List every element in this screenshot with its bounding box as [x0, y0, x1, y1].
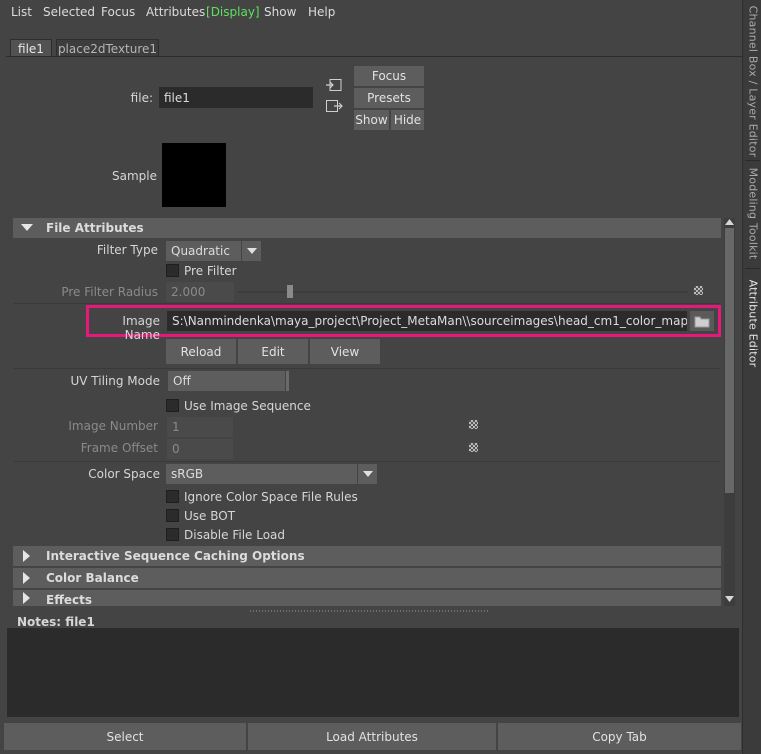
- scrollbar-thumb[interactable]: [725, 228, 734, 493]
- menu-bar: List Selected Focus Attributes [Display]…: [0, 0, 742, 26]
- scroll-down-icon[interactable]: [725, 596, 734, 603]
- row-separator: [14, 303, 720, 304]
- filter-type-dropdown-button[interactable]: [242, 241, 261, 261]
- ignore-color-space-checkbox[interactable]: [166, 490, 179, 503]
- image-name-field[interactable]: S:\Nanmindenka\maya_project\Project_Meta…: [167, 311, 687, 331]
- tab-file1[interactable]: file1: [10, 39, 52, 57]
- menu-attributes[interactable]: Attributes: [146, 5, 205, 19]
- expand-arrow-icon: [21, 224, 33, 231]
- section-title: Effects: [46, 593, 93, 606]
- load-attributes-button[interactable]: Load Attributes: [248, 723, 496, 750]
- use-bot-checkbox[interactable]: [166, 509, 179, 522]
- pre-filter-radius-slider-handle[interactable]: [287, 285, 293, 298]
- image-number-map-icon[interactable]: [469, 420, 478, 429]
- section-interactive-sequence-caching[interactable]: Interactive Sequence Caching Options: [13, 546, 721, 566]
- section-title: Color Balance: [46, 571, 139, 585]
- file-label: file:: [130, 91, 153, 105]
- pre-filter-radius-field[interactable]: 2.000: [166, 282, 234, 302]
- reload-button[interactable]: Reload: [166, 339, 236, 364]
- presets-button[interactable]: Presets: [354, 88, 424, 108]
- disable-file-load-label: Disable File Load: [184, 528, 286, 542]
- use-image-sequence-label: Use Image Sequence: [184, 399, 311, 413]
- collapse-arrow-icon: [23, 550, 30, 562]
- sample-swatch: [162, 143, 226, 207]
- frame-offset-map-icon[interactable]: [469, 443, 478, 452]
- bracket-right: ]: [254, 5, 260, 19]
- use-image-sequence-checkbox[interactable]: [166, 399, 179, 412]
- row-separator: [14, 461, 720, 462]
- uv-tiling-mode-dropdown[interactable]: Off: [168, 371, 285, 391]
- collapse-arrow-icon: [23, 592, 30, 604]
- color-space-dropdown-button[interactable]: [358, 464, 377, 484]
- select-button[interactable]: Select: [4, 723, 246, 750]
- input-connections-icon[interactable]: [325, 78, 343, 92]
- node-name-field[interactable]: file1: [159, 87, 313, 108]
- notes-label: Notes: file1: [17, 615, 95, 629]
- folder-icon: [694, 316, 710, 327]
- pre-filter-radius-label: Pre Filter Radius: [61, 285, 158, 299]
- pre-filter-checkbox[interactable]: [166, 264, 179, 277]
- section-effects[interactable]: Effects: [13, 590, 721, 606]
- edit-button[interactable]: Edit: [238, 339, 308, 364]
- chevron-down-icon: [246, 248, 257, 254]
- disable-file-load-checkbox[interactable]: [166, 528, 179, 541]
- collapse-arrow-icon: [23, 572, 30, 584]
- filter-type-label: Filter Type: [96, 243, 158, 257]
- menu-selected[interactable]: Selected: [43, 5, 95, 19]
- image-number-label: Image Number: [68, 419, 158, 433]
- pre-filter-radius-slider-track[interactable]: [238, 291, 688, 293]
- browse-folder-button[interactable]: [690, 311, 714, 331]
- frame-offset-field[interactable]: 0: [167, 439, 233, 459]
- tab-modeling-toolkit[interactable]: Modeling Toolkit: [743, 166, 761, 260]
- tab-place2dtexture1[interactable]: place2dTexture1: [56, 39, 159, 57]
- menu-display[interactable]: [Display]: [206, 5, 260, 19]
- focus-button[interactable]: Focus: [354, 66, 424, 86]
- notes-textarea[interactable]: [7, 628, 739, 717]
- output-connections-icon[interactable]: [325, 99, 343, 113]
- uv-tiling-dropdown-edge: [286, 371, 289, 391]
- image-name-label: Image Name: [122, 314, 160, 342]
- menu-display-label: Display: [210, 5, 255, 19]
- copy-tab-button[interactable]: Copy Tab: [498, 723, 741, 750]
- uv-tiling-mode-label: UV Tiling Mode: [70, 374, 160, 388]
- section-title: Interactive Sequence Caching Options: [46, 549, 305, 563]
- color-space-label: Color Space: [88, 467, 160, 481]
- menu-focus[interactable]: Focus: [101, 5, 135, 19]
- frame-offset-label: Frame Offset: [80, 441, 158, 455]
- sample-label: Sample: [112, 169, 157, 183]
- section-file-attributes[interactable]: File Attributes: [13, 218, 721, 238]
- menu-help[interactable]: Help: [308, 5, 335, 19]
- map-button-icon[interactable]: [694, 286, 703, 295]
- hide-button[interactable]: Hide: [391, 110, 424, 130]
- color-space-dropdown[interactable]: sRGB: [166, 464, 357, 484]
- side-tab-bar: Channel Box / Layer Editor Modeling Tool…: [742, 0, 761, 754]
- tab-underline: [6, 56, 742, 57]
- chevron-down-icon: [362, 471, 373, 477]
- tab-attribute-editor[interactable]: Attribute Editor: [743, 276, 761, 370]
- ignore-color-space-label: Ignore Color Space File Rules: [184, 490, 358, 504]
- menu-list[interactable]: List: [11, 5, 32, 19]
- row-separator: [14, 368, 720, 369]
- menu-show[interactable]: Show: [264, 5, 296, 19]
- view-button[interactable]: View: [310, 339, 380, 364]
- show-button[interactable]: Show: [354, 110, 389, 130]
- tab-separator: [745, 268, 760, 269]
- tab-channel-box[interactable]: Channel Box / Layer Editor: [743, 5, 761, 157]
- pre-filter-label: Pre Filter: [184, 264, 237, 278]
- pane-splitter[interactable]: [250, 610, 490, 612]
- scroll-up-icon[interactable]: [725, 219, 734, 226]
- use-bot-label: Use BOT: [184, 509, 236, 523]
- section-color-balance[interactable]: Color Balance: [13, 568, 721, 588]
- image-number-field[interactable]: 1: [167, 417, 233, 437]
- tab-separator: [745, 160, 760, 161]
- section-title: File Attributes: [46, 221, 144, 235]
- filter-type-dropdown[interactable]: Quadratic: [166, 241, 241, 261]
